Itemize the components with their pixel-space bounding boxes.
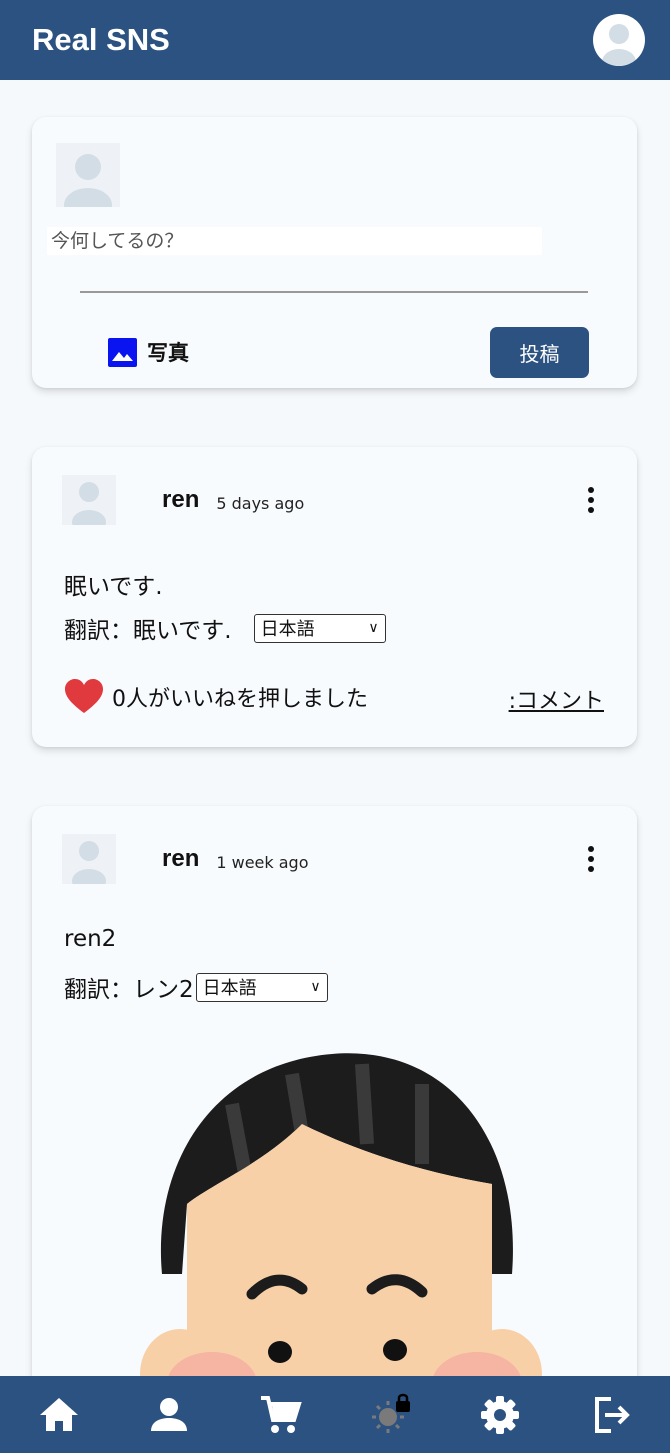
- nav-cart[interactable]: [252, 1387, 308, 1443]
- app-title: Real SNS: [32, 22, 170, 57]
- translation-text: 翻訳：眠いです.: [64, 618, 232, 644]
- post-timestamp: 5 days ago: [216, 493, 305, 513]
- compose-avatar: [56, 143, 120, 207]
- language-value: 日本語: [260, 619, 315, 640]
- post-avatar[interactable]: [62, 834, 116, 884]
- user-avatar-icon: [602, 24, 636, 66]
- home-icon: [40, 1397, 79, 1431]
- compose-divider: [80, 291, 588, 293]
- compose-input[interactable]: [47, 227, 542, 255]
- theme-locked-icon: [372, 1393, 411, 1433]
- translation-row: 翻訳：眠いです. 日本語 ∨: [64, 611, 386, 645]
- chevron-down-icon: ∨: [310, 979, 321, 995]
- nav-theme[interactable]: [362, 1387, 418, 1443]
- account-avatar[interactable]: [593, 14, 645, 66]
- user-avatar-icon: [64, 154, 112, 207]
- nav-home[interactable]: [31, 1387, 87, 1443]
- translation-row: 翻訳：レン2 日本語 ∨: [64, 970, 328, 1004]
- photo-label: 写真: [147, 341, 189, 365]
- post-header: ren 1 week ago: [62, 834, 613, 884]
- language-select[interactable]: 日本語 ∨: [195, 972, 328, 1002]
- post-button[interactable]: 投稿: [490, 327, 589, 378]
- post-avatar[interactable]: [62, 475, 116, 525]
- more-options-icon[interactable]: [581, 483, 601, 517]
- app-bar: Real SNS: [0, 0, 670, 80]
- settings-icon: [481, 1395, 520, 1434]
- post-timestamp: 1 week ago: [216, 852, 309, 872]
- person-icon: [151, 1397, 188, 1431]
- post-username[interactable]: ren: [162, 486, 199, 514]
- user-avatar-icon: [72, 841, 106, 884]
- nav-logout[interactable]: [583, 1387, 639, 1443]
- user-avatar-icon: [72, 482, 106, 525]
- photo-button[interactable]: 写真: [108, 337, 189, 367]
- heart-icon[interactable]: [64, 679, 104, 715]
- post-text: 眠いです.: [64, 574, 163, 600]
- language-select[interactable]: 日本語 ∨: [253, 613, 386, 643]
- post-username[interactable]: ren: [162, 845, 199, 873]
- like-count-text: 0人がいいねを押しました: [112, 687, 368, 712]
- compose-card: 写真 投稿: [32, 117, 637, 388]
- nav-settings[interactable]: [472, 1387, 528, 1443]
- comment-link[interactable]: :コメント: [509, 683, 604, 715]
- image-icon: [108, 337, 137, 367]
- nav-profile[interactable]: [141, 1387, 197, 1443]
- post-card: ren 5 days ago 眠いです. 翻訳：眠いです. 日本語 ∨ 0人がい…: [32, 447, 637, 747]
- language-value: 日本語: [202, 978, 257, 999]
- translation-text: 翻訳：レン2: [64, 977, 194, 1003]
- post-text: ren2: [64, 926, 117, 952]
- chevron-down-icon: ∨: [368, 620, 379, 636]
- post-card: ren 1 week ago ren2 翻訳：レン2 日本語 ∨: [32, 806, 637, 1446]
- like-row: 0人がいいねを押しました: [64, 679, 368, 715]
- more-options-icon[interactable]: [581, 842, 601, 876]
- logout-icon: [594, 1396, 630, 1433]
- cart-icon: [260, 1395, 302, 1433]
- post-header: ren 5 days ago: [62, 475, 613, 525]
- bottom-navigation: [0, 1376, 670, 1453]
